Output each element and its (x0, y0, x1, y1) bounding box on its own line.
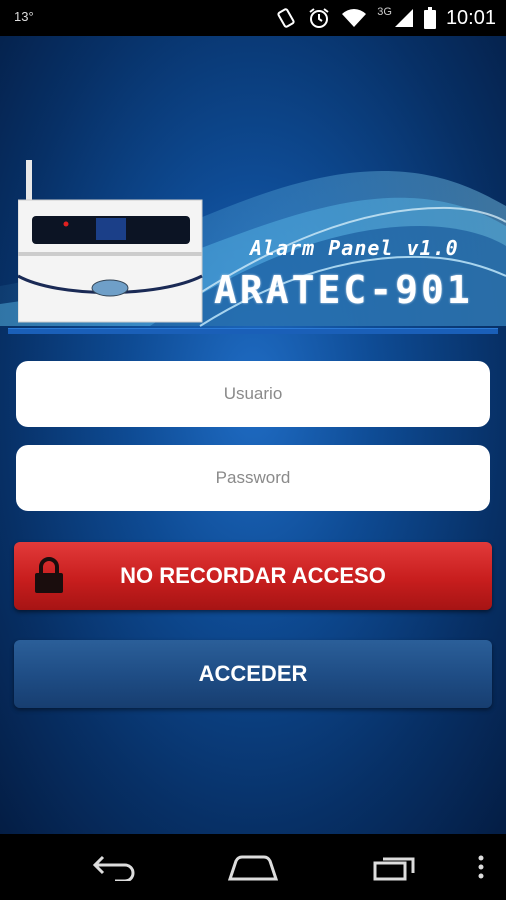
alarm-icon (307, 6, 331, 30)
clock: 10:01 (445, 6, 496, 29)
alarm-panel-device-image (18, 160, 203, 323)
navigation-bar (0, 834, 506, 900)
status-bar: 13° 3G 10:01 (0, 0, 506, 36)
overflow-menu-button[interactable] (466, 834, 496, 900)
status-icons: 3G 10:01 (275, 4, 496, 32)
overflow-menu-icon (478, 855, 484, 879)
remember-access-button[interactable]: NO RECORDAR ACCESO (14, 542, 492, 610)
rotation-icon (275, 7, 297, 29)
password-field[interactable] (16, 445, 490, 511)
home-icon (227, 855, 279, 881)
wifi-icon (341, 8, 367, 28)
login-screen: Alarm Panel v1.0 ARATEC-901 NO RECORDAR … (0, 36, 506, 834)
battery-icon (423, 7, 436, 29)
recent-apps-icon (373, 857, 415, 881)
remember-access-label: NO RECORDAR ACCESO (120, 563, 386, 588)
back-icon (92, 855, 135, 881)
header-divider (8, 328, 498, 334)
recent-apps-button[interactable] (360, 834, 430, 900)
app-subtitle: Alarm Panel v1.0 (250, 236, 459, 260)
signal-icon (394, 8, 414, 28)
network-type: 3G (377, 6, 392, 18)
temperature-indicator: 13° (14, 9, 34, 24)
login-button-label: ACCEDER (198, 661, 308, 686)
lock-icon (35, 557, 63, 593)
back-button[interactable] (80, 834, 150, 900)
home-button[interactable] (218, 834, 288, 900)
username-field[interactable] (16, 361, 490, 427)
app-model-title: ARATEC-901 (214, 268, 473, 312)
login-button[interactable]: ACCEDER (14, 640, 492, 708)
